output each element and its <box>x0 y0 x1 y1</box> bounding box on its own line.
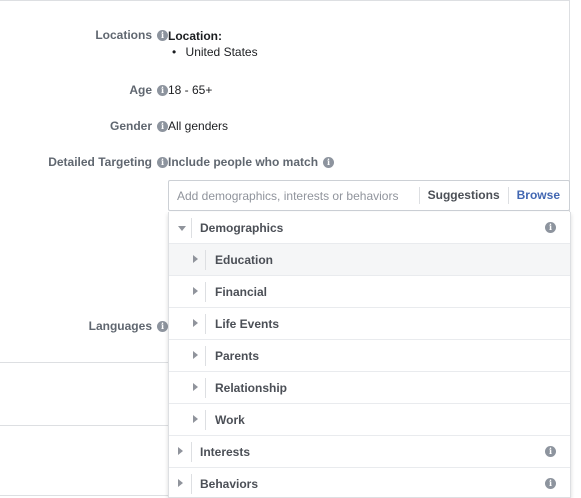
caret-right-icon[interactable] <box>178 479 183 487</box>
suggestions-button[interactable]: Suggestions <box>418 187 508 204</box>
locations-value: Location: • United States <box>168 29 258 59</box>
subcategory-relationship[interactable]: Relationship <box>169 372 570 404</box>
category-label: Behaviors <box>200 476 259 491</box>
row-separator <box>191 442 192 462</box>
caret-right-icon[interactable] <box>193 319 198 327</box>
section-divider-2 <box>0 425 168 426</box>
browse-dropdown: Demographics i Education Financial Life … <box>168 212 571 498</box>
subcategory-label: Life Events <box>215 316 280 331</box>
category-interests[interactable]: Interests i <box>169 436 570 468</box>
subcategory-label: Work <box>215 412 245 427</box>
info-icon[interactable]: i <box>545 478 556 489</box>
subcategory-label: Education <box>215 252 274 267</box>
age-value: 18 - 65+ <box>168 83 213 97</box>
row-separator <box>205 346 206 366</box>
category-label: Interests <box>200 444 251 459</box>
location-heading: Location: <box>168 29 222 43</box>
caret-right-icon[interactable] <box>178 447 183 455</box>
location-item: • United States <box>168 45 258 59</box>
gender-label: Gender i <box>110 119 168 133</box>
subcategory-parents[interactable]: Parents <box>169 340 570 372</box>
browse-button[interactable]: Browse <box>507 187 569 204</box>
caret-right-icon[interactable] <box>193 287 198 295</box>
subcategory-financial[interactable]: Financial <box>169 276 570 308</box>
gender-value: All genders <box>168 119 229 133</box>
row-separator <box>191 474 192 494</box>
info-icon[interactable]: i <box>545 446 556 457</box>
caret-right-icon[interactable] <box>193 255 198 263</box>
info-icon[interactable]: i <box>157 29 168 41</box>
section-divider-1 <box>0 362 168 363</box>
locations-label-text: Locations <box>95 28 152 42</box>
caret-right-icon[interactable] <box>193 415 198 423</box>
bullet: • <box>172 45 177 59</box>
row-separator <box>191 218 192 238</box>
info-icon[interactable]: i <box>545 222 556 233</box>
detailed-targeting-label-text: Detailed Targeting <box>48 155 152 169</box>
row-separator <box>205 410 206 430</box>
age-label: Age i <box>129 83 168 97</box>
subcategory-life-events[interactable]: Life Events <box>169 308 570 340</box>
caret-right-icon[interactable] <box>193 383 198 391</box>
targeting-search-input[interactable] <box>169 181 419 210</box>
row-separator <box>205 378 206 398</box>
subcategory-work[interactable]: Work <box>169 404 570 436</box>
languages-label: Languages i <box>89 319 168 333</box>
row-separator <box>205 314 206 334</box>
category-demographics[interactable]: Demographics i <box>169 212 570 244</box>
caret-right-icon[interactable] <box>193 351 198 359</box>
category-behaviors[interactable]: Behaviors i <box>169 468 570 497</box>
include-text-label: Include people who match <box>168 155 319 169</box>
gender-label-text: Gender <box>109 119 152 133</box>
languages-label-text: Languages <box>88 319 152 333</box>
locations-label: Locations i <box>95 28 168 42</box>
info-icon[interactable]: i <box>157 156 168 168</box>
row-separator <box>205 250 206 270</box>
info-icon[interactable]: i <box>157 320 168 332</box>
include-text: Include people who match i <box>168 155 335 169</box>
detailed-targeting-label: Detailed Targeting i <box>48 155 168 169</box>
targeting-search-box: Suggestions Browse <box>168 180 570 211</box>
subcategory-label: Relationship <box>215 380 288 395</box>
category-label: Demographics <box>200 220 284 235</box>
subcategory-label: Parents <box>215 348 260 363</box>
subcategory-education[interactable]: Education <box>169 244 570 276</box>
info-icon[interactable]: i <box>157 120 168 132</box>
location-item-text: United States <box>185 45 258 59</box>
info-icon[interactable]: i <box>157 84 168 96</box>
row-separator <box>205 282 206 302</box>
top-divider <box>0 0 569 1</box>
subcategory-label: Financial <box>215 284 268 299</box>
info-icon[interactable]: i <box>323 156 335 168</box>
caret-down-icon[interactable] <box>178 226 186 231</box>
bottom-divider <box>0 495 168 496</box>
age-label-text: Age <box>129 83 152 97</box>
